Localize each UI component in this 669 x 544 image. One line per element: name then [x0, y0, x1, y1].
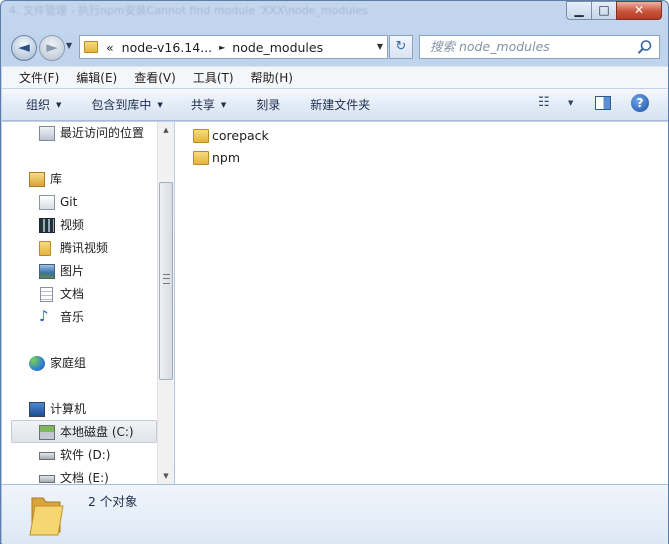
recent-places-icon — [39, 126, 55, 141]
forward-arrow-icon: ► — [46, 38, 58, 56]
document-icon — [40, 287, 53, 302]
sidebar-item-drive-d[interactable]: 软件 (D:) — [2, 444, 157, 466]
sidebar-item-documents[interactable]: 文档 — [2, 283, 157, 305]
search-input[interactable]: 搜索 node_modules — [419, 35, 660, 59]
file-list: corepack npm — [175, 122, 668, 484]
menu-file[interactable]: 文件(F) — [10, 69, 67, 86]
change-view-icon[interactable]: ☷ — [538, 95, 550, 110]
menu-view[interactable]: 查看(V) — [125, 69, 184, 86]
item-count: 2 个对象 — [88, 494, 138, 509]
search-icon[interactable] — [637, 39, 653, 55]
sidebar-item-label: 计算机 — [50, 402, 87, 416]
chevron-down-icon: ▼ — [56, 101, 62, 109]
sidebar-item-label: 最近访问的位置 — [60, 126, 145, 140]
sidebar-item-label: 文档 — [60, 287, 85, 301]
sidebar-item-homegroup[interactable]: 家庭组 — [2, 352, 157, 374]
sidebar-item-video[interactable]: 视频 — [2, 214, 157, 236]
git-library-icon — [39, 195, 55, 210]
menu-help[interactable]: 帮助(H) — [242, 69, 301, 86]
file-name: corepack — [212, 128, 269, 143]
sidebar-item-label: 腾讯视频 — [60, 241, 109, 255]
help-icon[interactable]: ? — [631, 94, 649, 112]
sidebar-item-label: Git — [60, 195, 78, 209]
sidebar-item-label: 库 — [50, 172, 63, 186]
recent-pages-dropdown[interactable]: ▼ — [66, 41, 72, 50]
sidebar-item-drive-e[interactable]: 文档 (E:) — [2, 467, 157, 484]
sidebar-item-git[interactable]: Git — [2, 191, 157, 213]
file-name: npm — [212, 150, 241, 165]
new-folder-button[interactable]: 新建文件夹 — [292, 96, 382, 113]
preview-pane-icon[interactable] — [595, 96, 611, 110]
command-bar: 组织 ▼ 包含到库中 ▼ 共享 ▼ 刻录 新建文件夹 ☷ ▼ ? — [2, 89, 668, 121]
forward-button[interactable]: ► — [39, 35, 65, 61]
close-button[interactable]: ✕ — [616, 1, 662, 20]
scroll-down-arrow[interactable]: ▼ — [158, 468, 174, 484]
share-label: 共享 — [190, 98, 215, 112]
computer-icon — [29, 402, 45, 417]
sidebar-item-label: 视频 — [60, 218, 85, 232]
sidebar-item-label: 文档 (E:) — [60, 471, 109, 484]
music-icon: ♪ — [39, 307, 49, 325]
sidebar-item-drive-c[interactable]: 本地磁盘 (C:) — [11, 420, 157, 443]
sidebar-item-label: 软件 (D:) — [60, 448, 111, 462]
scroll-thumb[interactable] — [159, 182, 173, 380]
menu-tools[interactable]: 工具(T) — [184, 69, 242, 86]
breadcrumb-separator-icon[interactable]: ► — [216, 43, 228, 52]
folder-icon — [193, 151, 209, 165]
burn-button[interactable]: 刻录 — [238, 96, 292, 113]
chevron-down-icon: ▼ — [220, 101, 227, 109]
address-history-dropdown[interactable]: ▼ — [377, 42, 383, 51]
address-overflow-chevron[interactable]: « — [102, 40, 118, 55]
refresh-icon: ↻ — [395, 39, 407, 54]
sidebar-item-pictures[interactable]: 图片 — [2, 260, 157, 282]
picture-icon — [39, 264, 55, 279]
library-icon — [29, 172, 45, 187]
details-pane: 2 个对象 — [2, 484, 668, 544]
window-title: 4. 文件管理 - 执行npm安装Cannot find module 'XXX… — [9, 4, 368, 17]
navigation-pane: 最近访问的位置 库 Git 视频 腾讯视频 图片 文档 ♪ 音乐 家庭组 计算机… — [2, 122, 157, 484]
sidebar-item-label: 音乐 — [60, 310, 85, 324]
drive-icon — [39, 452, 55, 460]
video-icon — [39, 218, 55, 233]
address-bar[interactable]: « node-v16.14... ► node_modules ▼ — [79, 35, 388, 59]
navigation-scrollbar[interactable]: ▲ ▼ — [157, 122, 174, 484]
sidebar-item-tencent-video[interactable]: 腾讯视频 — [2, 237, 157, 259]
scroll-up-arrow[interactable]: ▲ — [158, 122, 174, 138]
folder-icon — [29, 497, 64, 536]
back-button[interactable]: ◄ — [11, 35, 37, 61]
include-in-library-label: 包含到库中 — [91, 98, 152, 112]
sidebar-item-label: 本地磁盘 (C:) — [60, 425, 134, 439]
homegroup-icon — [29, 356, 45, 371]
sidebar-item-library[interactable]: 库 — [2, 168, 157, 190]
organize-label: 组织 — [26, 98, 51, 112]
drive-icon — [39, 475, 55, 483]
refresh-button[interactable]: ↻ — [389, 35, 413, 59]
sidebar-item-label: 家庭组 — [50, 356, 87, 370]
view-options-dropdown[interactable]: ▼ — [568, 99, 573, 107]
sidebar-item-recent-places[interactable]: 最近访问的位置 — [2, 122, 157, 144]
folder-icon — [84, 41, 98, 53]
system-drive-icon — [39, 425, 55, 440]
folder-icon — [193, 129, 209, 143]
breadcrumb-node-modules[interactable]: node_modules — [228, 40, 327, 55]
sidebar-item-music[interactable]: ♪ 音乐 — [2, 306, 157, 328]
minimize-button[interactable]: ▁ — [566, 1, 592, 20]
menu-bar: 文件(F) 编辑(E) 查看(V) 工具(T) 帮助(H) — [2, 66, 668, 88]
sidebar-item-label: 图片 — [60, 264, 85, 278]
organize-button[interactable]: 组织 ▼ — [2, 96, 73, 113]
grip-icon — [163, 274, 170, 284]
include-in-library-button[interactable]: 包含到库中 ▼ — [73, 96, 174, 113]
chevron-down-icon: ▼ — [157, 101, 163, 109]
explorer-window: 4. 文件管理 - 执行npm安装Cannot find module 'XXX… — [0, 0, 669, 544]
folder-icon — [39, 241, 51, 256]
sidebar-item-computer[interactable]: 计算机 — [2, 398, 157, 420]
maximize-button[interactable]: □ — [591, 1, 617, 20]
back-arrow-icon: ◄ — [18, 38, 30, 56]
menu-edit[interactable]: 编辑(E) — [67, 69, 125, 86]
share-button[interactable]: 共享 ▼ — [175, 96, 238, 113]
search-placeholder: 搜索 node_modules — [430, 39, 550, 54]
breadcrumb-node-version[interactable]: node-v16.14... — [118, 40, 216, 55]
